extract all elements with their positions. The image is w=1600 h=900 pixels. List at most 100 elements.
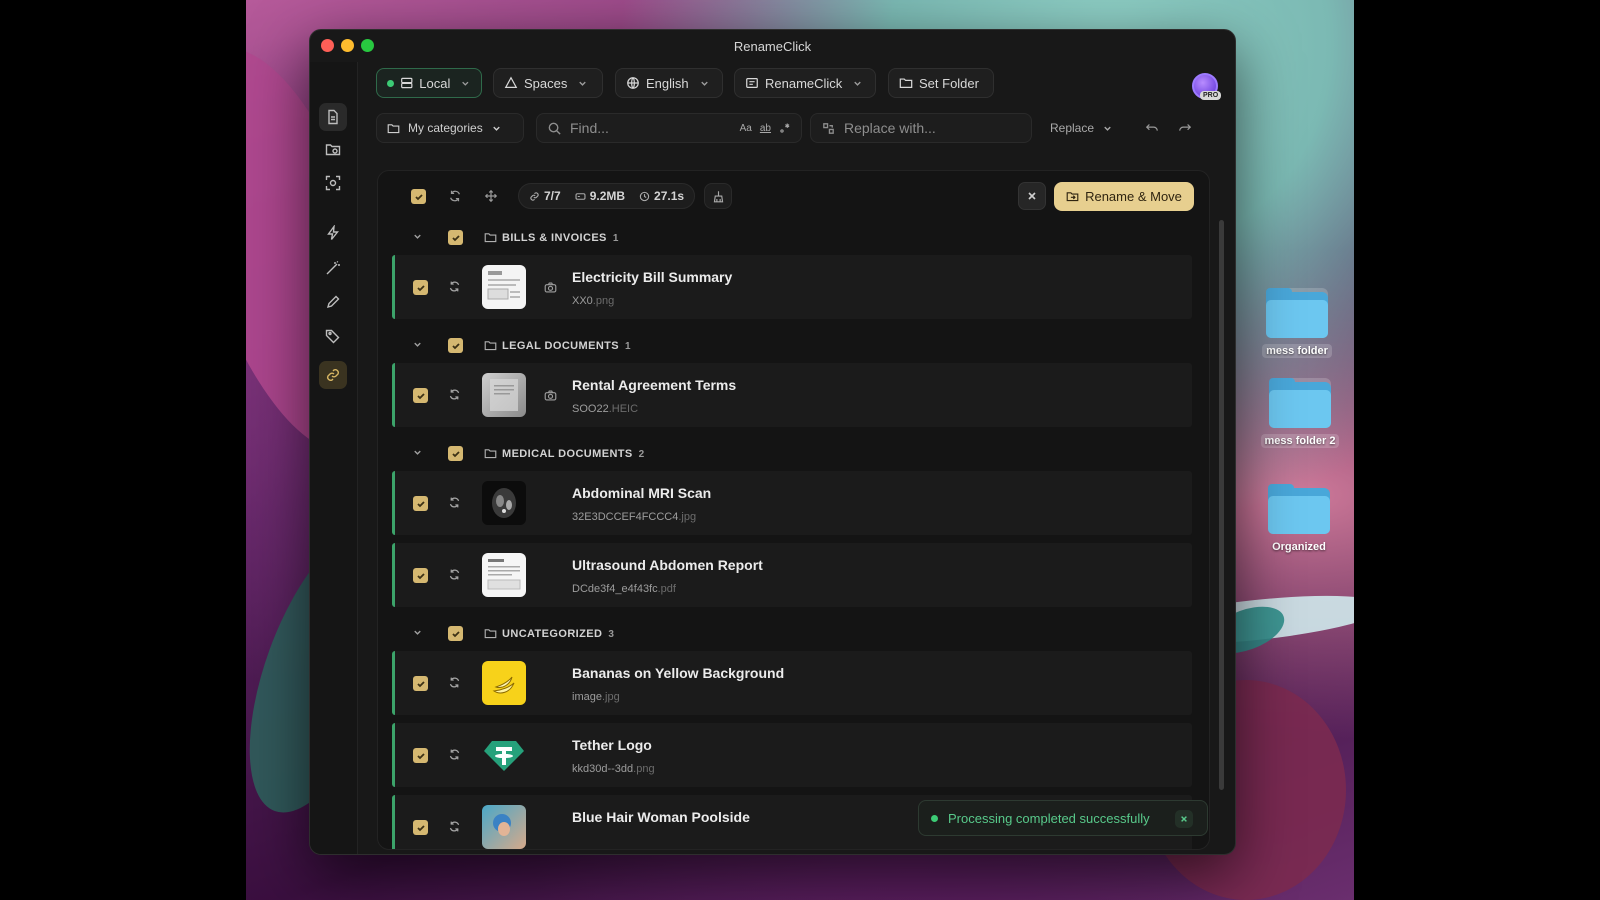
- check-icon: [414, 193, 423, 200]
- sidebar-links-button[interactable]: [319, 361, 347, 389]
- replace-icon: [823, 122, 834, 134]
- check-icon: [416, 392, 425, 399]
- category-header[interactable]: UNCATEGORIZED 3: [392, 619, 1192, 649]
- file-original-name: kkd30d--3dd.png: [572, 763, 655, 775]
- replace-mode-dropdown[interactable]: Replace: [1040, 113, 1126, 143]
- folder-icon: [899, 78, 913, 88]
- file-thumbnail: [482, 805, 526, 849]
- scrollbar[interactable]: [1219, 220, 1224, 790]
- category-header[interactable]: MEDICAL DOCUMENTS 2: [392, 439, 1192, 469]
- status-dot: [387, 79, 394, 87]
- regenerate-icon[interactable]: [448, 820, 461, 838]
- check-icon: [451, 234, 460, 241]
- replace-mode-label: Replace: [1050, 121, 1095, 135]
- toast-close-button[interactable]: [1175, 810, 1193, 828]
- sidebar-tags-button[interactable]: [319, 322, 347, 350]
- file-checkbox[interactable]: [413, 280, 428, 295]
- local-label: Local: [419, 75, 451, 91]
- sidebar-files-button[interactable]: [319, 103, 347, 131]
- chevron-down-icon[interactable]: [412, 445, 423, 463]
- tag-icon: [325, 329, 340, 344]
- select-all-checkbox[interactable]: [411, 189, 426, 204]
- categories-dropdown[interactable]: My categories: [376, 113, 524, 143]
- check-icon: [416, 824, 425, 831]
- file-row[interactable]: Tether Logo kkd30d--3dd.png: [392, 723, 1192, 787]
- file-title: Bananas on Yellow Background: [572, 665, 785, 681]
- sidebar-automation-button[interactable]: [319, 219, 347, 247]
- set-folder-button[interactable]: Set Folder: [888, 68, 994, 98]
- stat-size: 9.2MB: [575, 189, 625, 203]
- file-checkbox[interactable]: [413, 676, 428, 691]
- search-icon: [548, 122, 561, 135]
- desktop-folder-mess-folder-2[interactable]: mess folder 2: [1260, 378, 1340, 449]
- regenerate-icon[interactable]: [448, 676, 461, 694]
- spaces-dropdown[interactable]: Spaces: [493, 68, 603, 98]
- rename-move-button[interactable]: Rename & Move: [1054, 182, 1194, 211]
- stat-time: 27.1s: [639, 189, 684, 203]
- categories-label: My categories: [408, 121, 483, 135]
- clear-results-button[interactable]: [1018, 182, 1046, 210]
- category-header[interactable]: BILLS & INVOICES 1: [392, 223, 1192, 253]
- category-checkbox[interactable]: [448, 626, 463, 641]
- category-header[interactable]: LEGAL DOCUMENTS 1: [392, 331, 1192, 361]
- redo-button[interactable]: [1178, 121, 1192, 140]
- toast-message: Processing completed successfully: [948, 810, 1150, 826]
- chevron-down-icon[interactable]: [412, 337, 423, 355]
- desktop-folder-label: Organized: [1272, 541, 1326, 553]
- regenerate-icon[interactable]: [448, 568, 461, 586]
- desktop-folder-mess-folder[interactable]: mess folder: [1257, 288, 1337, 359]
- category-count: 1: [612, 233, 619, 244]
- find-field[interactable]: Find... Aa ab: [536, 113, 802, 143]
- file-checkbox[interactable]: [413, 820, 428, 835]
- file-checkbox[interactable]: [413, 568, 428, 583]
- check-icon: [451, 630, 460, 637]
- file-checkbox[interactable]: [413, 748, 428, 763]
- category-name: BILLS & INVOICES 1: [502, 232, 619, 244]
- refresh-all-button[interactable]: [448, 189, 462, 208]
- broom-icon: [713, 190, 723, 202]
- sidebar-magic-button[interactable]: [319, 254, 347, 282]
- language-dropdown[interactable]: English: [615, 68, 723, 98]
- folder-icon: [1268, 484, 1330, 534]
- stat-files-value: 7/7: [544, 189, 561, 203]
- check-icon: [416, 500, 425, 507]
- replace-field[interactable]: Replace with...: [810, 113, 1032, 143]
- profile-label: RenameClick: [765, 75, 843, 91]
- file-thumbnail: [482, 481, 526, 525]
- pencil-icon: [326, 295, 340, 309]
- file-checkbox[interactable]: [413, 496, 428, 511]
- local-dropdown[interactable]: Local: [376, 68, 482, 98]
- category-checkbox[interactable]: [448, 338, 463, 353]
- globe-icon: [627, 77, 639, 89]
- chevron-down-icon: [854, 81, 862, 86]
- category-checkbox[interactable]: [448, 230, 463, 245]
- profile-dropdown[interactable]: RenameClick: [734, 68, 876, 98]
- match-case-toggle[interactable]: Aa: [740, 123, 752, 134]
- move-button[interactable]: [484, 189, 498, 208]
- file-row[interactable]: Ultrasound Abdomen Report DCde3f4_e4f43f…: [392, 543, 1192, 607]
- disk-icon: [575, 192, 586, 200]
- sidebar-edit-button[interactable]: [319, 288, 347, 316]
- category-checkbox[interactable]: [448, 446, 463, 461]
- sidebar-folder-scan-button[interactable]: [319, 136, 347, 164]
- chevron-down-icon[interactable]: [412, 229, 423, 247]
- desktop-folder-organized[interactable]: Organized: [1259, 484, 1339, 555]
- desktop-folder-label: mess folder: [1262, 344, 1332, 358]
- file-row[interactable]: Abdominal MRI Scan 32E3DCCEF4FCCC4.jpg: [392, 471, 1192, 535]
- regenerate-icon[interactable]: [448, 748, 461, 766]
- file-original-name: DCde3f4_e4f43fc.pdf: [572, 583, 676, 595]
- file-row[interactable]: Rental Agreement Terms SOO22.HEIC: [392, 363, 1192, 427]
- file-row[interactable]: Electricity Bill Summary XX0.png: [392, 255, 1192, 319]
- file-checkbox[interactable]: [413, 388, 428, 403]
- clean-button[interactable]: [704, 183, 732, 209]
- whole-word-toggle[interactable]: ab: [760, 123, 771, 134]
- regenerate-icon[interactable]: [448, 388, 461, 406]
- chevron-down-icon[interactable]: [412, 625, 423, 643]
- file-row[interactable]: Bananas on Yellow Background image.jpg: [392, 651, 1192, 715]
- sidebar-scan-button[interactable]: [319, 169, 347, 197]
- file-original-name: SOO22.HEIC: [572, 403, 639, 415]
- regenerate-icon[interactable]: [448, 496, 461, 514]
- regenerate-icon[interactable]: [448, 280, 461, 298]
- category-name: LEGAL DOCUMENTS 1: [502, 340, 631, 352]
- undo-button[interactable]: [1145, 121, 1159, 140]
